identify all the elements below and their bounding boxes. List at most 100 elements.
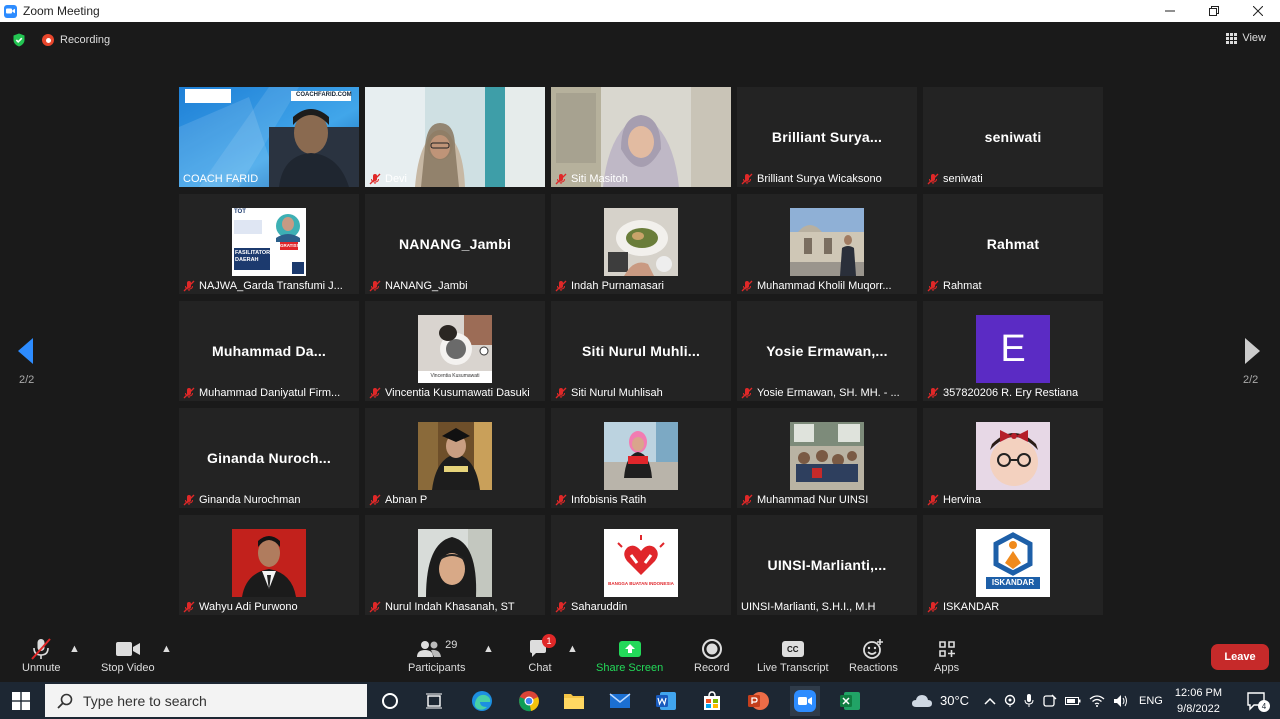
participant-tile[interactable]: Wahyu Adi Purwono [179, 515, 359, 615]
participants-button[interactable]: 29 Participants [408, 636, 465, 674]
participant-tile[interactable]: Infobisnis Ratih [551, 408, 731, 508]
input-language[interactable]: ENG [1139, 695, 1163, 707]
participant-tile[interactable]: seniwati seniwati [923, 87, 1103, 187]
volume-icon[interactable] [1113, 694, 1129, 708]
unmute-button[interactable]: Unmute [22, 636, 61, 674]
battery-icon[interactable] [1065, 695, 1081, 707]
store-taskbar-button[interactable] [699, 688, 725, 714]
participant-tile[interactable]: COACHFARID.COM COACH FARID [179, 87, 359, 187]
participant-name: Indah Purnamasari [571, 280, 664, 292]
participant-tile[interactable]: Rahmat Rahmat [923, 194, 1103, 294]
close-icon [1253, 6, 1263, 16]
participant-tile[interactable]: Muhammad Nur UINSI [737, 408, 917, 508]
participant-tile[interactable]: Brilliant Surya... Brilliant Surya Wicak… [737, 87, 917, 187]
word-taskbar-button[interactable] [653, 688, 679, 714]
notification-count: 4 [1258, 700, 1270, 712]
record-label: Record [694, 662, 730, 674]
show-hidden-icons-chevron-icon[interactable] [984, 697, 996, 705]
reactions-smiley-icon [863, 639, 884, 659]
chat-options-caret-icon[interactable]: ▲ [567, 643, 578, 655]
share-screen-button[interactable]: Share Screen [596, 636, 663, 674]
cortana-button[interactable] [377, 688, 403, 714]
gallery-grid: COACHFARID.COM COACH FARID Devi Siti Mas… [179, 87, 1103, 615]
avatar: E [976, 315, 1050, 383]
participant-tile[interactable]: Abnan P [365, 408, 545, 508]
taskbar-search-box[interactable]: Type here to search [45, 684, 367, 717]
participant-name-label: Abnan P [369, 494, 427, 506]
chat-button[interactable]: 1 Chat [528, 634, 556, 674]
participant-tile[interactable]: Ginanda Nuroch... Ginanda Nurochman [179, 408, 359, 508]
excel-taskbar-button[interactable] [837, 688, 863, 714]
participant-tile[interactable]: Vincentia Kusumawati Vincentia Kusumawat… [365, 301, 545, 401]
participant-name: Ginanda Nurochman [199, 494, 301, 506]
leave-button[interactable]: Leave [1211, 644, 1269, 670]
audio-options-caret-icon[interactable]: ▲ [69, 643, 80, 655]
mail-taskbar-button[interactable] [607, 688, 633, 714]
participant-tile[interactable]: Devi [365, 87, 545, 187]
participant-tile[interactable]: Nurul Indah Khasanah, ST [365, 515, 545, 615]
powerpoint-taskbar-button[interactable] [745, 688, 771, 714]
muted-mic-icon [741, 173, 753, 185]
next-page-arrow-icon[interactable] [1244, 338, 1260, 364]
participant-tile[interactable]: BANGGA BUATAN INDONESIA Saharuddin [551, 515, 731, 615]
participant-tile[interactable]: Yosie Ermawan,... Yosie Ermawan, SH. MH.… [737, 301, 917, 401]
participant-tile[interactable]: Indah Purnamasari [551, 194, 731, 294]
stop-video-button[interactable]: Stop Video [101, 636, 155, 674]
taskbar-clock[interactable]: 12:06 PM 9/8/2022 [1175, 685, 1222, 717]
live-transcript-button[interactable]: CC Live Transcript [757, 636, 829, 674]
participant-name-label: Hervina [927, 494, 981, 506]
previous-page-arrow-icon[interactable] [18, 338, 34, 364]
video-options-caret-icon[interactable]: ▲ [161, 643, 172, 655]
participant-tile[interactable]: E 357820206 R. Ery Restiana [923, 301, 1103, 401]
participant-name: Saharuddin [571, 601, 628, 613]
participant-tile[interactable]: Siti Nurul Muhli... Siti Nurul Muhlisah [551, 301, 731, 401]
participants-options-caret-icon[interactable]: ▲ [483, 643, 494, 655]
participant-tile[interactable]: NANANG_Jambi NANANG_Jambi [365, 194, 545, 294]
recording-indicator[interactable]: Recording [42, 34, 110, 46]
participant-name-label: 357820206 R. Ery Restiana [927, 387, 1078, 399]
security-shield-icon[interactable] [12, 33, 26, 47]
participant-tile[interactable]: Hervina [923, 408, 1103, 508]
participant-tile[interactable]: Muhammad Kholil Muqorr... [737, 194, 917, 294]
share-screen-label: Share Screen [596, 662, 664, 674]
participant-display-name: Ginanda Nuroch... [207, 450, 331, 466]
microphone-tray-icon[interactable] [1024, 693, 1034, 708]
search-icon [57, 693, 73, 709]
restore-icon [1209, 6, 1219, 16]
view-button[interactable]: View [1226, 32, 1266, 44]
right-page-indicator: 2/2 [1243, 374, 1259, 386]
file-explorer-taskbar-button[interactable] [561, 688, 587, 714]
participant-name: UINSI-Marlianti, S.H.I., M.H [741, 601, 876, 613]
muted-mic-icon [555, 494, 567, 506]
restore-button[interactable] [1192, 0, 1236, 22]
recording-icon [42, 34, 54, 46]
participant-tile[interactable]: ISKANDAR ISKANDAR [923, 515, 1103, 615]
zoom-logo-icon [4, 4, 17, 18]
weather-widget[interactable]: 30°C [911, 682, 969, 719]
profile-picture [604, 208, 678, 276]
task-view-button[interactable] [421, 688, 447, 714]
windows-start-icon[interactable] [12, 692, 30, 710]
recording-label: Recording [60, 34, 111, 46]
participant-display-name: UINSI-Marlianti,... [767, 557, 887, 573]
wifi-icon[interactable] [1089, 694, 1105, 708]
participant-tile[interactable]: Muhammad Da... Muhammad Daniyatul Firm..… [179, 301, 359, 401]
muted-mic-icon [927, 280, 939, 292]
powerpoint-icon [748, 692, 769, 710]
record-button[interactable]: Record [694, 636, 729, 674]
meet-now-icon[interactable] [1043, 694, 1057, 708]
participant-tile[interactable]: UINSI-Marlianti,... UINSI-Marlianti, S.H… [737, 515, 917, 615]
reactions-button[interactable]: Reactions [849, 636, 898, 674]
zoom-taskbar-button[interactable] [790, 686, 820, 716]
participant-display-name: Brilliant Surya... [771, 129, 883, 145]
close-button[interactable] [1236, 0, 1280, 22]
edge-taskbar-button[interactable] [469, 688, 495, 714]
minimize-button[interactable] [1148, 0, 1192, 22]
participant-tile[interactable]: Siti Masitoh [551, 87, 731, 187]
apps-button[interactable]: Apps [934, 636, 959, 674]
camera-privacy-icon[interactable] [1004, 694, 1016, 708]
picture-text: GRATIS! [280, 243, 299, 248]
notification-center-button[interactable]: 4 [1246, 691, 1270, 716]
chrome-taskbar-button[interactable] [516, 688, 542, 714]
participant-tile[interactable]: TOT FASILITATOR DAERAH GRATIS! NAJWA_Gar… [179, 194, 359, 294]
